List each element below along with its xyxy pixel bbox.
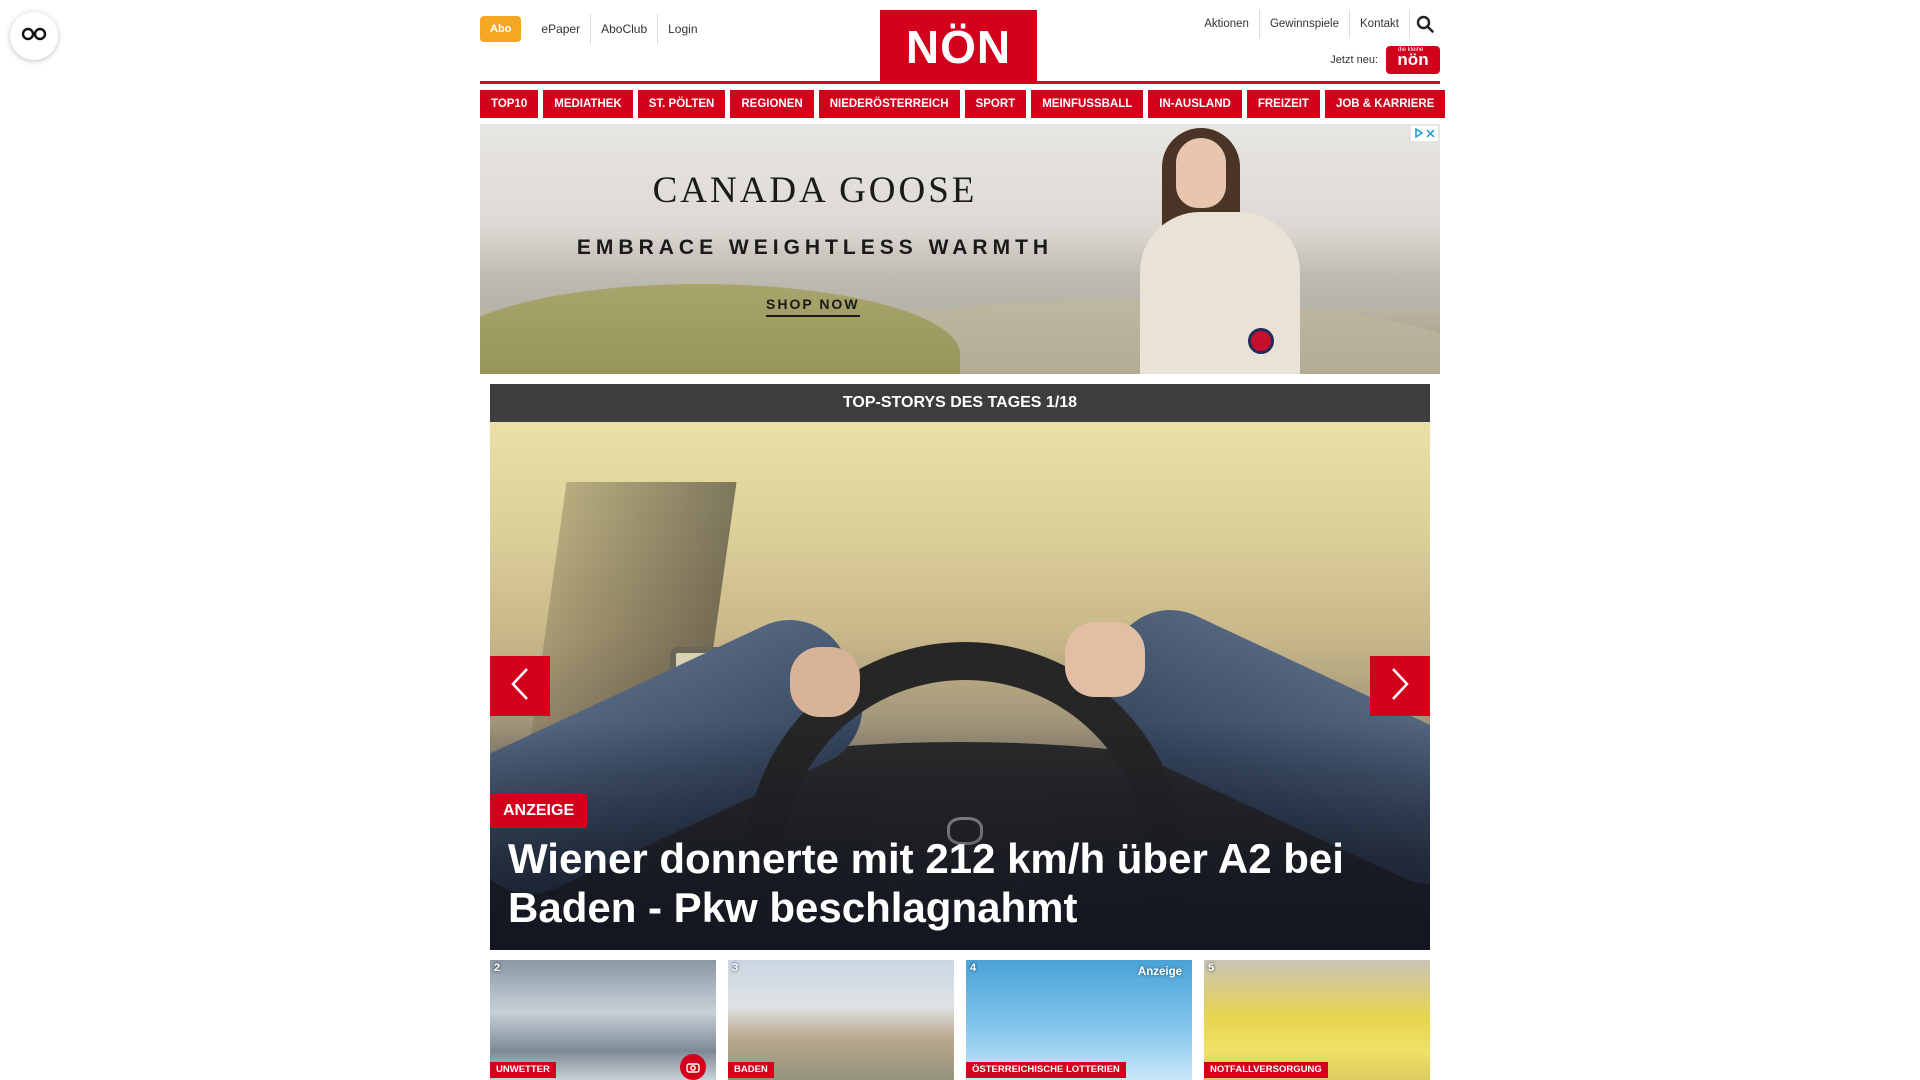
- jetzt-neu: Jetzt neu: die kleine nön: [1330, 46, 1440, 74]
- nav-item-in-ausland[interactable]: IN-AUSLAND: [1148, 90, 1242, 118]
- story-category: UNWETTER: [490, 1062, 556, 1078]
- nav-item-top10[interactable]: TOP10: [480, 90, 539, 118]
- top-left-links: Abo ePaper AboClub Login: [480, 14, 708, 44]
- ad-brand: CANADA GOOSE: [652, 170, 978, 211]
- story-number: 5: [1208, 962, 1215, 974]
- story-thumb[interactable]: 5 NOTFALLVERSORGUNG: [1204, 960, 1430, 1080]
- story-thumb[interactable]: 2 UNWETTER: [490, 960, 716, 1080]
- gewinnspiele-link[interactable]: Gewinnspiele: [1260, 10, 1350, 38]
- story-thumb[interactable]: 3 BADEN: [728, 960, 954, 1080]
- hero-title[interactable]: Wiener donnerte mit 212 km/h über A2 bei…: [508, 834, 1418, 932]
- kleine-badge-small: die kleine: [1398, 47, 1424, 53]
- hero-story[interactable]: ANZEIGE Wiener donnerte mit 212 km/h übe…: [490, 422, 1430, 950]
- top-right-links: Aktionen Gewinnspiele Kontakt: [1194, 10, 1440, 38]
- story-number: 3: [732, 962, 739, 974]
- site-logo[interactable]: NÖN: [880, 10, 1037, 84]
- story-ad-label: Anzeige: [1137, 966, 1182, 978]
- nav-item-mediathek[interactable]: MEDIATHEK: [543, 90, 633, 118]
- search-icon[interactable]: [1410, 10, 1440, 38]
- jetzt-neu-label: Jetzt neu:: [1330, 54, 1378, 66]
- ad-slogan: EMBRACE WEIGHTLESS WARMTH: [576, 236, 1054, 259]
- nav-item-sport[interactable]: SPORT: [964, 90, 1027, 118]
- nav-item-st-poelten[interactable]: ST. PÖLTEN: [637, 90, 726, 118]
- epaper-link[interactable]: ePaper: [531, 14, 592, 44]
- ad-banner[interactable]: CANADA GOOSE EMBRACE WEIGHTLESS WARMTH S…: [480, 124, 1440, 374]
- abo-button[interactable]: Abo: [480, 16, 522, 42]
- ad-model-image: [1140, 124, 1300, 374]
- kontakt-link[interactable]: Kontakt: [1350, 10, 1410, 38]
- top-stories: TOP-STORYS DES TAGES 1/18 ANZEIGE Wiener…: [490, 384, 1430, 1080]
- kleine-badge-text: nön: [1397, 50, 1429, 69]
- ad-shop-now-link[interactable]: SHOP NOW: [766, 296, 860, 317]
- chevron-left-icon: [510, 667, 530, 706]
- nav-item-niederoesterreich[interactable]: NIEDERÖSTERREICH: [818, 90, 960, 118]
- carousel-prev-button[interactable]: [490, 656, 550, 716]
- carousel-next-button[interactable]: [1370, 656, 1430, 716]
- main-nav: TOP10 MEDIATHEK ST. PÖLTEN REGIONEN NIED…: [480, 90, 1446, 118]
- story-thumbnails: 2 UNWETTER 3 BADEN 4 Anzeige ÖSTERREICHI…: [490, 960, 1430, 1080]
- accessibility-button[interactable]: [10, 12, 58, 60]
- ad-choices[interactable]: [1411, 126, 1438, 141]
- story-category: BADEN: [728, 1062, 774, 1078]
- aboclub-link[interactable]: AboClub: [591, 14, 659, 44]
- nav-item-freizeit[interactable]: FREIZEIT: [1246, 90, 1320, 118]
- close-icon[interactable]: [1426, 125, 1435, 143]
- nav-item-meinfussball[interactable]: MEINFUSSBALL: [1031, 90, 1144, 118]
- site-header: Abo ePaper AboClub Login NÖN Aktionen Ge…: [480, 0, 1440, 84]
- story-number: 2: [494, 962, 501, 974]
- nav-item-regionen[interactable]: REGIONEN: [730, 90, 814, 118]
- kleine-noen-badge[interactable]: die kleine nön: [1386, 46, 1440, 74]
- camera-icon: [680, 1054, 706, 1080]
- nav-item-job-karriere[interactable]: JOB & KARRIERE: [1324, 90, 1446, 118]
- hero-tag: ANZEIGE: [490, 794, 588, 828]
- top-stories-header: TOP-STORYS DES TAGES 1/18: [490, 384, 1430, 422]
- glasses-icon: [21, 27, 47, 46]
- chevron-right-icon: [1390, 667, 1410, 706]
- story-category: NOTFALLVERSORGUNG: [1204, 1062, 1328, 1078]
- story-thumb[interactable]: 4 Anzeige ÖSTERREICHISCHE LOTTERIEN: [966, 960, 1192, 1080]
- aktionen-link[interactable]: Aktionen: [1194, 10, 1260, 38]
- story-category: ÖSTERREICHISCHE LOTTERIEN: [966, 1062, 1126, 1078]
- ad-choices-icon[interactable]: [1414, 125, 1424, 143]
- page-container: Abo ePaper AboClub Login NÖN Aktionen Ge…: [480, 0, 1446, 1080]
- login-link[interactable]: Login: [658, 14, 707, 44]
- story-number: 4: [970, 962, 977, 974]
